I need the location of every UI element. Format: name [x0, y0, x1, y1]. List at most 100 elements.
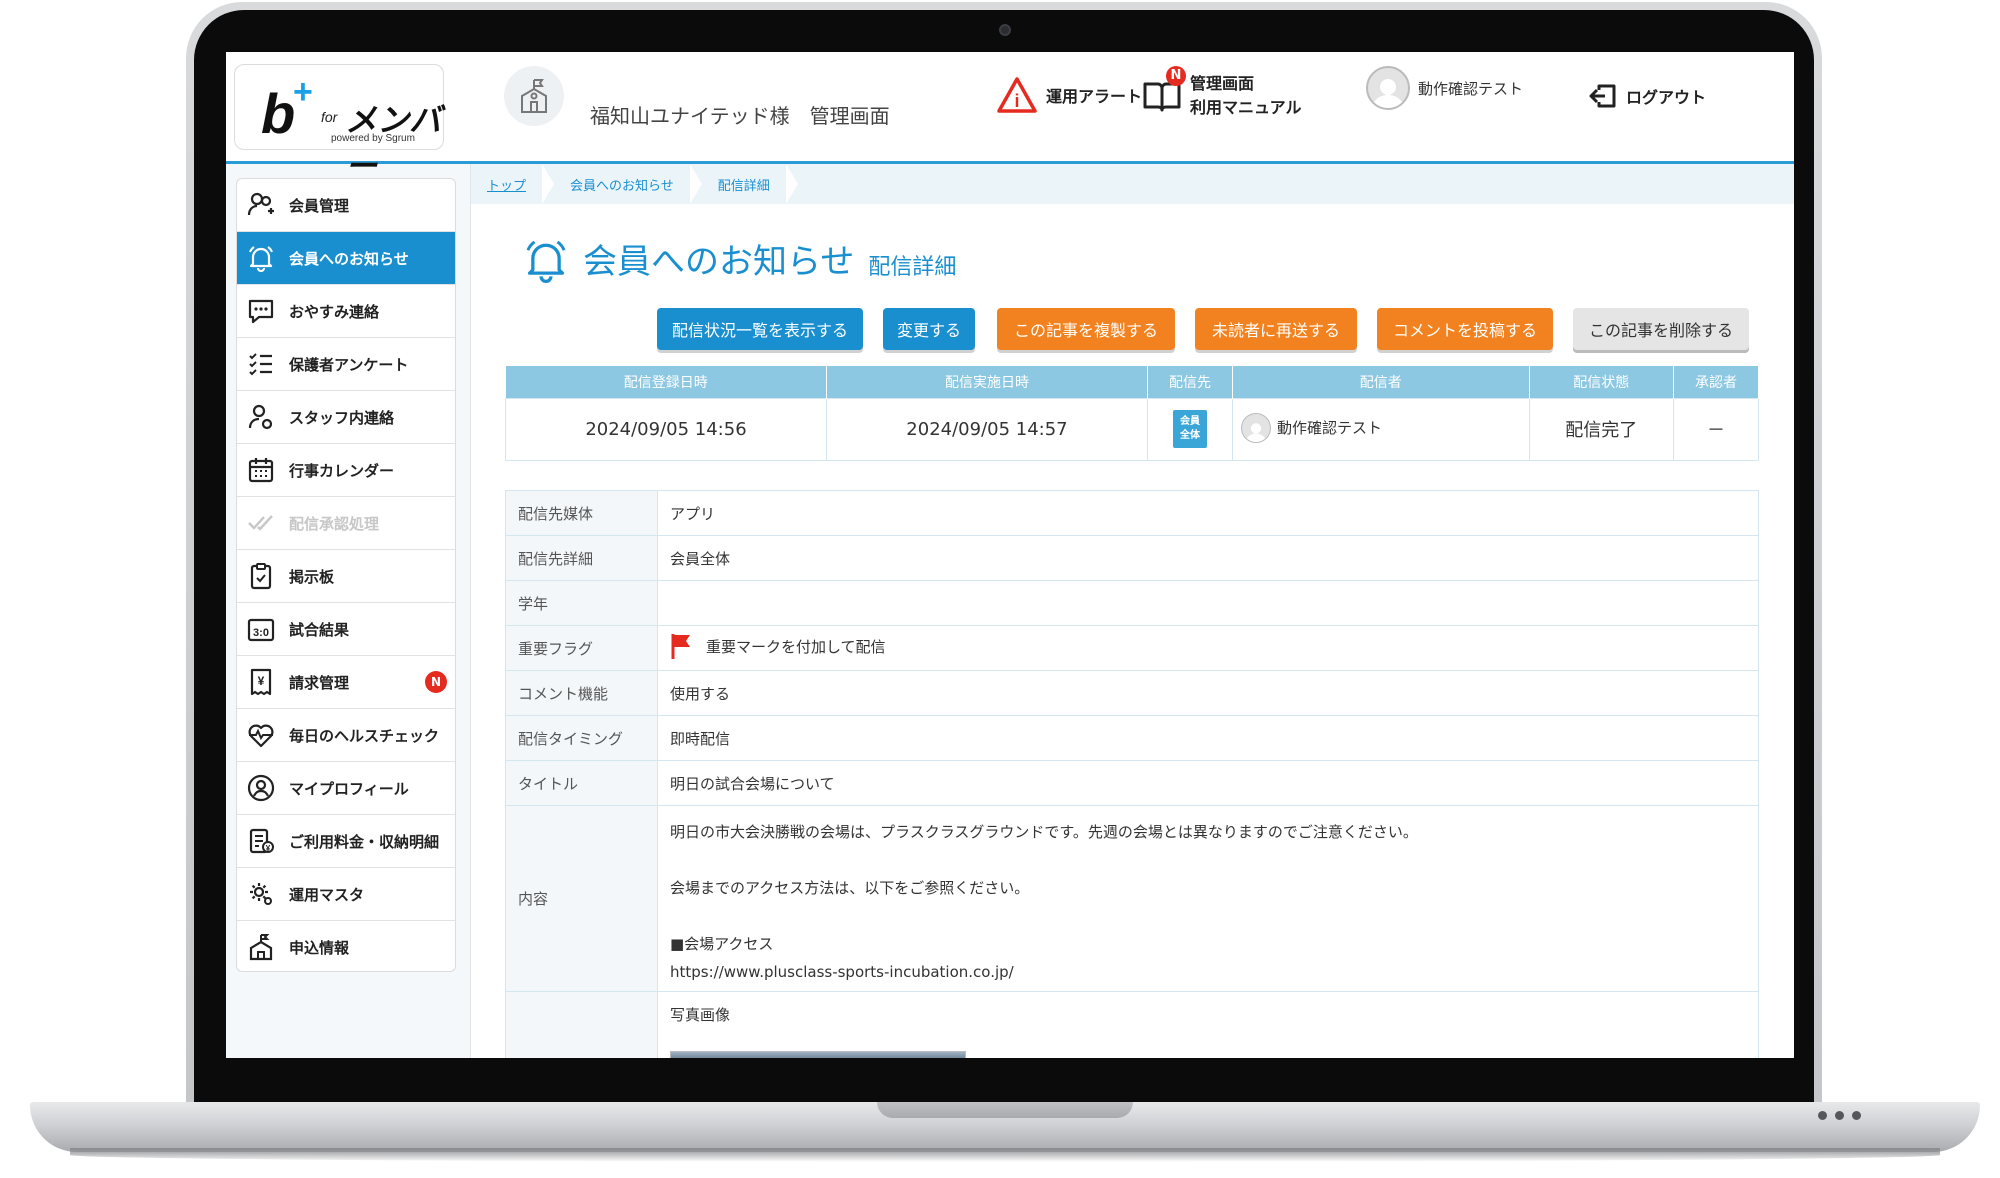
- page-title: 会員へのお知らせ 配信詳細: [523, 234, 956, 283]
- bell-icon: [247, 244, 275, 272]
- sidebar-item-label: 会員へのお知らせ: [289, 249, 409, 268]
- sidebar-item-label: 配信承認処理: [289, 514, 380, 533]
- sidebar-item-members[interactable]: 会員管理: [237, 179, 455, 232]
- breadcrumb-detail: 配信詳細: [702, 164, 798, 204]
- target-label: 配信先詳細: [505, 535, 658, 581]
- logout-icon: [1589, 84, 1616, 108]
- manual-link[interactable]: N 管理画面 利用マニュアル: [1142, 66, 1302, 120]
- alert-link[interactable]: i 運用アラート: [996, 76, 1142, 114]
- invoice-icon: ¥: [247, 668, 275, 696]
- sidebar-item-healthcheck[interactable]: 毎日のヘルスチェック: [237, 709, 455, 762]
- chat-icon: [247, 297, 275, 325]
- sender-cell: 動作確認テスト: [1231, 397, 1530, 461]
- sidebar-item-absence[interactable]: おやすみ連絡: [237, 285, 455, 338]
- table-row: 写真画像: [505, 991, 1759, 1058]
- svg-text:3:0: 3:0: [253, 627, 269, 639]
- sidebar-item-survey[interactable]: 保護者アンケート: [237, 338, 455, 391]
- sidebar-item-label: スタッフ内連絡: [289, 408, 395, 427]
- table-row: タイトル 明日の試合会場について: [505, 760, 1759, 806]
- content-line: 会場までのアクセス方法は、以下をご参照ください。: [670, 879, 1030, 897]
- sent-at: 2024/09/05 14:57: [825, 397, 1148, 461]
- logo-b: b: [261, 82, 295, 145]
- flag-label: 重要フラグ: [505, 625, 658, 671]
- avatar: [1366, 66, 1410, 110]
- photo-thumbnail[interactable]: [670, 1051, 966, 1058]
- red-flag-icon: [671, 634, 690, 659]
- sidebar: 会員管理 会員へのお知らせ おやすみ連絡 保護者アンケート スタッフ内連絡 行事…: [236, 178, 456, 972]
- alert-label: 運用アラート: [1046, 87, 1143, 106]
- billing-badge: N: [425, 671, 447, 693]
- svg-text:i: i: [1014, 91, 1019, 111]
- user-menu[interactable]: 動作確認テスト: [1366, 66, 1523, 110]
- logout-button[interactable]: ログアウト: [1588, 82, 1706, 110]
- table-row: 内容 明日の市大会決勝戦の会場は、プラスクラスグラウンドです。先週の会場とは異な…: [505, 805, 1759, 992]
- logo-for: for: [321, 109, 338, 125]
- target-value: 会員全体: [657, 535, 1759, 581]
- logo-powered: powered by Sgrum: [331, 133, 415, 144]
- scoreboard-icon: 3:0: [247, 615, 275, 643]
- logout-label: ログアウト: [1626, 88, 1707, 107]
- title-value: 明日の試合会場について: [657, 760, 1759, 806]
- target-tag-line1: 会員: [1179, 416, 1200, 427]
- comment-label: コメント機能: [505, 670, 658, 716]
- screen: b + for メンバー powered by Sgrum 福知山ユナイテッド様…: [226, 52, 1794, 1058]
- bell-icon: [526, 240, 566, 283]
- target-cell: 会員 全体: [1146, 397, 1233, 461]
- sidebar-item-billing[interactable]: ¥ 請求管理 N: [237, 656, 455, 709]
- table-row: 重要フラグ 重要マークを付加して配信: [505, 625, 1759, 671]
- duplicate-button[interactable]: この記事を複製する: [997, 308, 1175, 350]
- content-label: 内容: [505, 805, 658, 992]
- grade-label: 学年: [505, 580, 658, 626]
- page-subtitle: 配信詳細: [868, 255, 957, 280]
- summary-header-row: 配信登録日時 配信実施日時 配信先 配信者 配信状態 承認者: [505, 366, 1760, 398]
- sender-name: 動作確認テスト: [1276, 419, 1382, 437]
- venue-link[interactable]: https://www.plusclass-sports-incubation.…: [670, 958, 1746, 986]
- header-status: 配信状態: [1529, 366, 1674, 398]
- header-target: 配信先: [1147, 366, 1233, 398]
- sidebar-item-notices[interactable]: 会員へのお知らせ: [237, 232, 455, 285]
- logo-plus: +: [293, 73, 313, 111]
- flag-cell: 重要マークを付加して配信: [657, 625, 1759, 671]
- target-tag-line2: 全体: [1179, 430, 1200, 441]
- delete-button[interactable]: この記事を削除する: [1573, 308, 1749, 350]
- sidebar-item-calendar[interactable]: 行事カレンダー: [237, 444, 455, 497]
- sidebar-item-application[interactable]: 申込情報: [237, 921, 455, 971]
- user-name: 動作確認テスト: [1418, 79, 1524, 98]
- breadcrumb-top[interactable]: トップ: [471, 164, 555, 204]
- comment-value: 使用する: [657, 670, 1759, 716]
- resend-button[interactable]: 未読者に再送する: [1195, 308, 1357, 350]
- sidebar-item-label: 運用マスタ: [289, 885, 365, 904]
- photo-label: 写真画像: [670, 1006, 731, 1024]
- sidebar-item-profile[interactable]: マイプロフィール: [237, 762, 455, 815]
- sidebar-item-master[interactable]: 運用マスタ: [237, 868, 455, 921]
- media-label: 配信先媒体: [505, 490, 658, 536]
- sidebar-item-label: 行事カレンダー: [289, 461, 395, 480]
- main-content: トップ 会員へのお知らせ 配信詳細 会員へのお知らせ 配信詳細 配信状況一覧を表…: [470, 164, 1794, 1058]
- post-comment-button[interactable]: コメントを投稿する: [1377, 308, 1553, 350]
- laptop-shadow: [70, 1148, 1940, 1162]
- sidebar-item-fees[interactable]: ¥ ご利用料金・収納明細: [237, 815, 455, 868]
- sidebar-item-board[interactable]: 掲示板: [237, 550, 455, 603]
- org-name: 福知山ユナイテッド様 管理画面: [590, 104, 890, 128]
- status-list-button[interactable]: 配信状況一覧を表示する: [657, 308, 863, 350]
- breadcrumb-notices[interactable]: 会員へのお知らせ: [554, 164, 702, 204]
- clipboard-icon: [247, 562, 275, 590]
- sidebar-item-label: 申込情報: [289, 938, 350, 957]
- receipt-icon: ¥: [247, 827, 275, 855]
- edit-button[interactable]: 変更する: [883, 308, 975, 350]
- content-line: ■会場アクセス: [670, 935, 774, 953]
- sidebar-item-label: ご利用料金・収納明細: [289, 832, 440, 851]
- sidebar-item-staff[interactable]: スタッフ内連絡: [237, 391, 455, 444]
- svg-text:¥: ¥: [266, 844, 271, 853]
- gear-icon: [247, 880, 275, 908]
- header-approver: 承認者: [1673, 366, 1760, 398]
- header-sender: 配信者: [1232, 366, 1530, 398]
- sidebar-item-approval: 配信承認処理: [237, 497, 455, 550]
- app-logo[interactable]: b + for メンバー powered by Sgrum: [234, 64, 444, 184]
- flag-value: 重要マークを付加して配信: [706, 637, 886, 656]
- sidebar-item-label: 掲示板: [289, 567, 335, 586]
- sidebar-item-results[interactable]: 3:0 試合結果: [237, 603, 455, 656]
- indicator-dots: [1818, 1111, 1861, 1120]
- photo-label-blank: [505, 991, 658, 1058]
- photo-cell: 写真画像: [657, 991, 1759, 1058]
